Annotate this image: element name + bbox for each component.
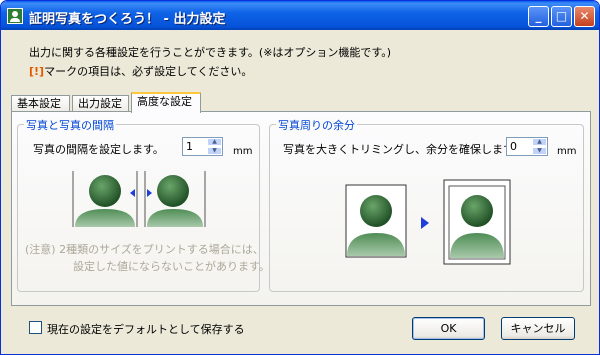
person-right-icon <box>147 175 203 227</box>
title-bar[interactable]: 証明写真をつくろう！ - 出力設定 _ □ ✕ <box>1 1 599 30</box>
photo-margin-label: 写真を大きくトリミングし、余分を確保します。 <box>283 143 524 156</box>
arrow-right-icon <box>421 217 429 229</box>
spacing-arrows-icon <box>130 189 152 197</box>
photo-spacing-title: 写真と写真の間隔 <box>24 117 116 133</box>
app-icon <box>7 8 23 24</box>
tab-basic-settings[interactable]: 基本設定 <box>11 95 70 112</box>
required-note-text: マークの項目は、必ず設定してください。 <box>44 65 253 78</box>
cancel-button[interactable]: キャンセル <box>501 317 575 340</box>
spacing-note-line1: (注意) 2種類のサイズをプリントする場合には、 <box>25 243 264 256</box>
photo-margin-title: 写真周りの余分 <box>276 117 357 133</box>
photo-spacing-spinner[interactable]: 1 ▲ ▼ <box>182 137 223 156</box>
photo-margin-unit: mm <box>557 146 577 157</box>
intro-text: 出力に関する各種設定を行うことができます。(※はオプション機能です。) <box>29 46 392 59</box>
spacing-note-line2: 設定した値にならないことがあります。 <box>73 260 270 273</box>
photo-before-icon <box>345 184 407 258</box>
required-mark-icon: [!] <box>29 65 45 78</box>
photo-margin-value[interactable]: 0 <box>510 140 517 153</box>
spin-down-icon[interactable]: ▼ <box>532 147 547 155</box>
photo-margin-spinner[interactable]: 0 ▲ ▼ <box>506 137 548 156</box>
person-left-icon <box>75 175 135 227</box>
spin-up-icon[interactable]: ▲ <box>207 138 222 146</box>
photo-spacing-unit: mm <box>233 146 253 157</box>
ok-button[interactable]: OK <box>412 317 485 340</box>
dialog-window: 証明写真をつくろう！ - 出力設定 _ □ ✕ 出力に関する各種設定を行うことが… <box>0 0 600 355</box>
spin-up-icon[interactable]: ▲ <box>532 138 547 146</box>
window-title: 証明写真をつくろう！ - 出力設定 <box>29 12 226 27</box>
photo-spacing-label: 写真の間隔を設定します。 <box>33 143 164 156</box>
tab-advanced-settings[interactable]: 高度な設定 <box>131 92 201 113</box>
minimize-button[interactable]: _ <box>528 6 549 27</box>
photo-spacing-illustration <box>72 171 206 227</box>
close-button[interactable]: ✕ <box>574 6 595 27</box>
save-default-checkbox[interactable] <box>29 321 42 334</box>
photo-spacing-value[interactable]: 1 <box>186 140 193 153</box>
required-note: [!]マークの項目は、必ず設定してください。 <box>29 63 252 79</box>
save-default-label[interactable]: 現在の設定をデフォルトとして保存する <box>47 321 245 337</box>
photo-margin-illustration <box>345 179 511 265</box>
maximize-button[interactable]: □ <box>551 6 572 27</box>
tab-output-settings[interactable]: 出力設定 <box>72 95 129 112</box>
spin-down-icon[interactable]: ▼ <box>207 147 222 155</box>
photo-after-icon <box>443 179 511 265</box>
